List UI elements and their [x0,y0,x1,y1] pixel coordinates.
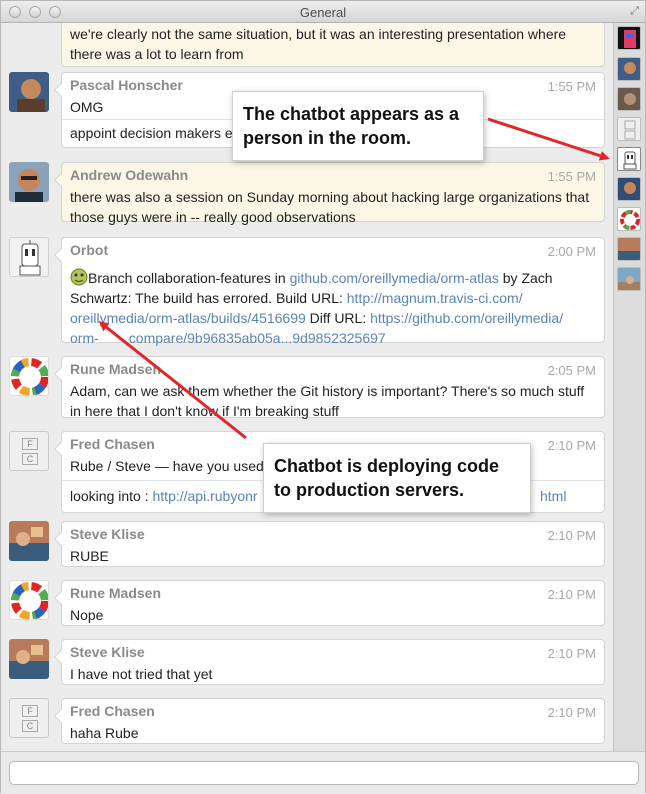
arrow-to-member-rail [487,117,610,161]
chat-window: General ⤢ we're clearly not the same sit… [0,0,646,793]
composer-bar [1,751,645,793]
arrow-to-orbot-message [98,321,247,440]
annotation-arrows [98,117,610,440]
message-input[interactable] [9,761,639,785]
